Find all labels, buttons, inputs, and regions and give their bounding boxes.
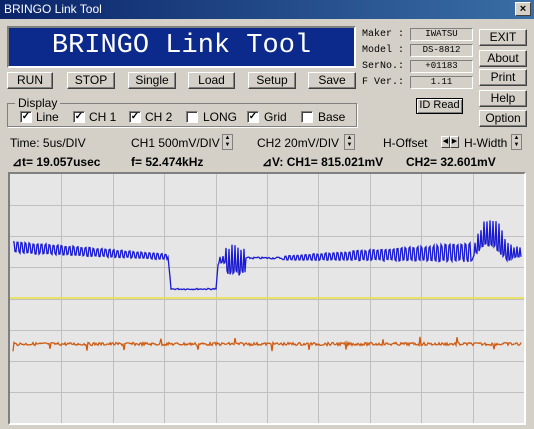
- ch2-volt-spinner[interactable]: ▲ ▼: [344, 134, 355, 150]
- ch2-volt-setting: CH2 20mV/DIV: [257, 136, 340, 150]
- print-button[interactable]: Print: [479, 69, 527, 86]
- app-banner: BRINGO Link Tool: [7, 26, 356, 68]
- exit-button[interactable]: EXIT: [479, 29, 527, 46]
- ch1-checkbox[interactable]: ✓: [73, 111, 85, 123]
- close-button[interactable]: ×: [515, 2, 531, 16]
- spin-up-icon[interactable]: ▲: [223, 135, 232, 142]
- delta-t-readout: ⊿t= 19.057usec: [12, 155, 101, 169]
- title-bar: BRINGO Link Tool: [0, 0, 534, 19]
- line-checkbox[interactable]: ✓: [20, 111, 32, 123]
- fver-label: F Ver.:: [362, 77, 405, 88]
- stop-button[interactable]: STOP: [67, 72, 115, 89]
- maker-label: Maker :: [362, 29, 405, 40]
- scope-display[interactable]: [10, 174, 524, 423]
- help-button[interactable]: Help: [479, 90, 527, 107]
- display-group-label: Display: [15, 96, 61, 110]
- check-icon: ✓: [74, 111, 84, 122]
- spin-up-icon[interactable]: ▲: [345, 135, 354, 142]
- h-width-label: H-Width: [464, 136, 508, 150]
- check-icon: ✓: [130, 111, 140, 122]
- ch1-checkbox-label: CH 1: [89, 110, 117, 124]
- check-icon: ✓: [248, 111, 258, 122]
- about-button[interactable]: About: [479, 50, 527, 67]
- serno-value: +01183: [410, 60, 473, 73]
- check-icon: ✓: [21, 111, 31, 122]
- ch1-volt-spinner[interactable]: ▲ ▼: [222, 134, 233, 150]
- base-checkbox[interactable]: [301, 111, 313, 123]
- long-checkbox[interactable]: [186, 111, 198, 123]
- grid-checkbox-label: Grid: [264, 110, 287, 124]
- h-width-spinner[interactable]: ▲ ▼: [511, 134, 522, 150]
- setup-button[interactable]: Setup: [248, 72, 296, 89]
- frequency-readout: f= 52.474kHz: [131, 155, 204, 169]
- save-button[interactable]: Save: [308, 72, 356, 89]
- time-setting: Time: 5us/DIV: [10, 136, 86, 150]
- delta-v-ch1-readout: ⊿V: CH1= 815.021mV: [262, 155, 384, 169]
- line-checkbox-label: Line: [36, 110, 59, 124]
- model-label: Model :: [362, 45, 405, 56]
- grid-checkbox[interactable]: ✓: [247, 111, 259, 123]
- ch1-volt-setting: CH1 500mV/DIV: [131, 136, 220, 150]
- fver-value: 1.11: [410, 76, 473, 89]
- spin-down-icon[interactable]: ▼: [223, 142, 232, 149]
- spin-up-icon[interactable]: ▲: [512, 135, 521, 142]
- run-button[interactable]: RUN: [7, 72, 53, 89]
- h-offset-left-icon[interactable]: ◀: [441, 136, 450, 148]
- load-button[interactable]: Load: [188, 72, 235, 89]
- spin-down-icon[interactable]: ▼: [512, 142, 521, 149]
- ch2-checkbox[interactable]: ✓: [129, 111, 141, 123]
- h-offset-right-icon[interactable]: ▶: [450, 136, 459, 148]
- spin-down-icon[interactable]: ▼: [345, 142, 354, 149]
- maker-value: IWATSU: [410, 28, 473, 41]
- id-read-button[interactable]: ID Read: [416, 98, 463, 114]
- base-checkbox-label: Base: [318, 110, 346, 124]
- ch2-checkbox-label: CH 2: [145, 110, 173, 124]
- long-checkbox-label: LONG: [203, 110, 238, 124]
- delta-v-ch2-readout: CH2= 32.601mV: [406, 155, 496, 169]
- option-button[interactable]: Option: [479, 110, 527, 127]
- window-title: BRINGO Link Tool: [4, 2, 102, 16]
- single-button[interactable]: Single: [128, 72, 176, 89]
- h-offset-label: H-Offset: [383, 136, 428, 150]
- model-value: DS-8812: [410, 44, 473, 57]
- serno-label: SerNo.:: [362, 61, 405, 72]
